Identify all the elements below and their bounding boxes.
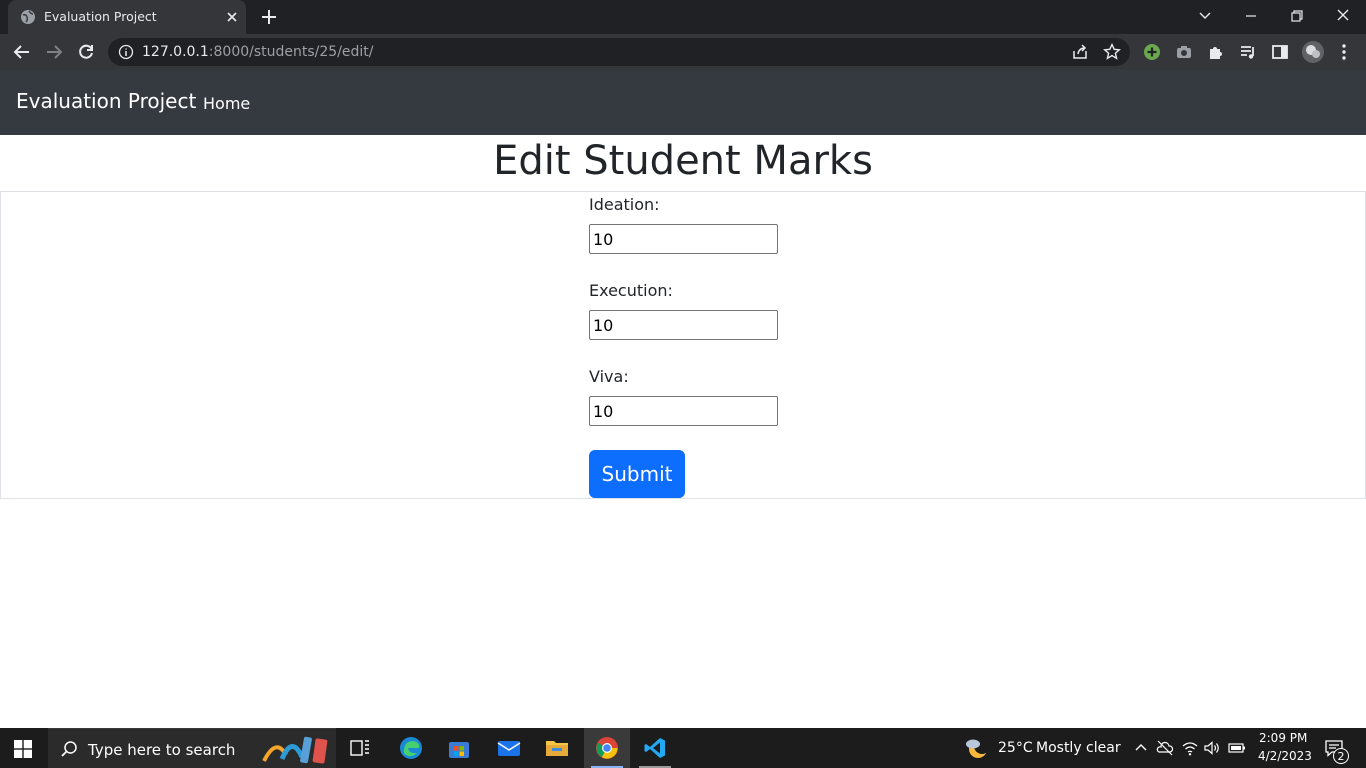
microsoft-store-icon [449,742,469,758]
file-explorer-taskbar-button[interactable] [534,728,580,768]
navbar-brand[interactable]: Evaluation Project [16,89,196,113]
tab-search-chevron-icon[interactable] [1193,5,1217,27]
execution-label: Execution: [589,281,673,300]
task-view-button[interactable] [337,728,383,768]
volume-icon[interactable] [1203,739,1221,757]
site-navbar: Evaluation Project Home [0,70,1366,135]
execution-input[interactable] [589,310,778,340]
edge-icon [400,737,422,759]
chrome-taskbar-button[interactable] [584,728,630,768]
restore-icon[interactable] [1285,5,1309,27]
ideation-label: Ideation: [589,195,660,214]
clock-time[interactable]: 2:09 PM [1259,731,1307,745]
url-text[interactable]: 127.0.0.1:8000/students/25/edit/ [142,44,374,60]
bookmark-star-icon[interactable] [1102,42,1122,62]
back-arrow-icon[interactable] [12,42,32,62]
task-view-icon [350,740,369,756]
share-icon[interactable] [1070,42,1090,62]
chrome-icon [596,737,618,759]
side-panel-icon[interactable] [1270,42,1290,62]
windows-start-icon[interactable] [14,740,32,758]
profile-avatar[interactable] [1301,40,1325,64]
minimize-icon[interactable] [1239,5,1263,27]
search-icon [61,741,77,757]
weather-temperature[interactable]: 25°C [998,740,1033,756]
store-taskbar-button[interactable] [436,728,482,768]
close-window-icon[interactable] [1331,5,1355,27]
mail-icon [497,741,521,756]
extensions-puzzle-icon[interactable] [1206,42,1226,62]
browser-tab-active[interactable]: Evaluation Project [8,0,246,34]
vscode-taskbar-button[interactable] [632,728,678,768]
weather-description[interactable]: Mostly clear [1036,740,1121,756]
nav-link-home[interactable]: Home [203,94,250,113]
folder-icon [546,741,568,756]
tray-chevron-up-icon[interactable] [1133,740,1149,756]
new-tab-icon[interactable] [260,8,278,26]
ideation-input[interactable] [589,224,778,254]
mail-taskbar-button[interactable] [486,728,532,768]
viva-input[interactable] [589,396,778,426]
url-host: 127.0.0.1 [142,44,209,60]
wifi-icon[interactable] [1181,739,1199,757]
battery-charging-icon[interactable] [1227,739,1247,757]
site-info-icon[interactable] [118,44,134,60]
tab-title: Evaluation Project [44,9,157,24]
page-title: Edit Student Marks [493,138,873,184]
onedrive-offline-icon[interactable] [1156,739,1174,757]
address-bar[interactable]: 127.0.0.1:8000/students/25/edit/ [108,38,1130,66]
globe-icon [21,10,35,24]
taskbar-search-box[interactable]: Type here to search [48,728,336,768]
camera-icon[interactable] [1174,42,1194,62]
notification-badge: 2 [1333,748,1349,764]
edge-taskbar-button[interactable] [388,728,434,768]
search-placeholder: Type here to search [88,741,236,759]
weather-moon-cloud-icon [966,738,990,758]
viva-label: Viva: [589,367,629,386]
media-queue-icon[interactable] [1238,42,1258,62]
browser-titlebar: Evaluation Project [0,0,1366,34]
forward-arrow-icon[interactable] [44,42,64,62]
extension-green-plus-icon[interactable] [1142,42,1162,62]
submit-button[interactable]: Submit [589,450,685,498]
url-path: :8000/students/25/edit/ [208,44,374,60]
tab-close-icon[interactable] [224,9,240,25]
vscode-icon [644,738,665,758]
reload-icon[interactable] [76,42,96,62]
browser-toolbar: 127.0.0.1:8000/students/25/edit/ [0,34,1366,70]
kebab-menu-icon[interactable] [1334,42,1354,62]
windows-taskbar: Type here to search 25°C Mostly clear 2:… [0,728,1366,768]
notification-count: 2 [1337,750,1345,763]
clock-date[interactable]: 4/2/2023 [1258,749,1312,763]
search-highlight-illustration-icon [262,736,328,764]
